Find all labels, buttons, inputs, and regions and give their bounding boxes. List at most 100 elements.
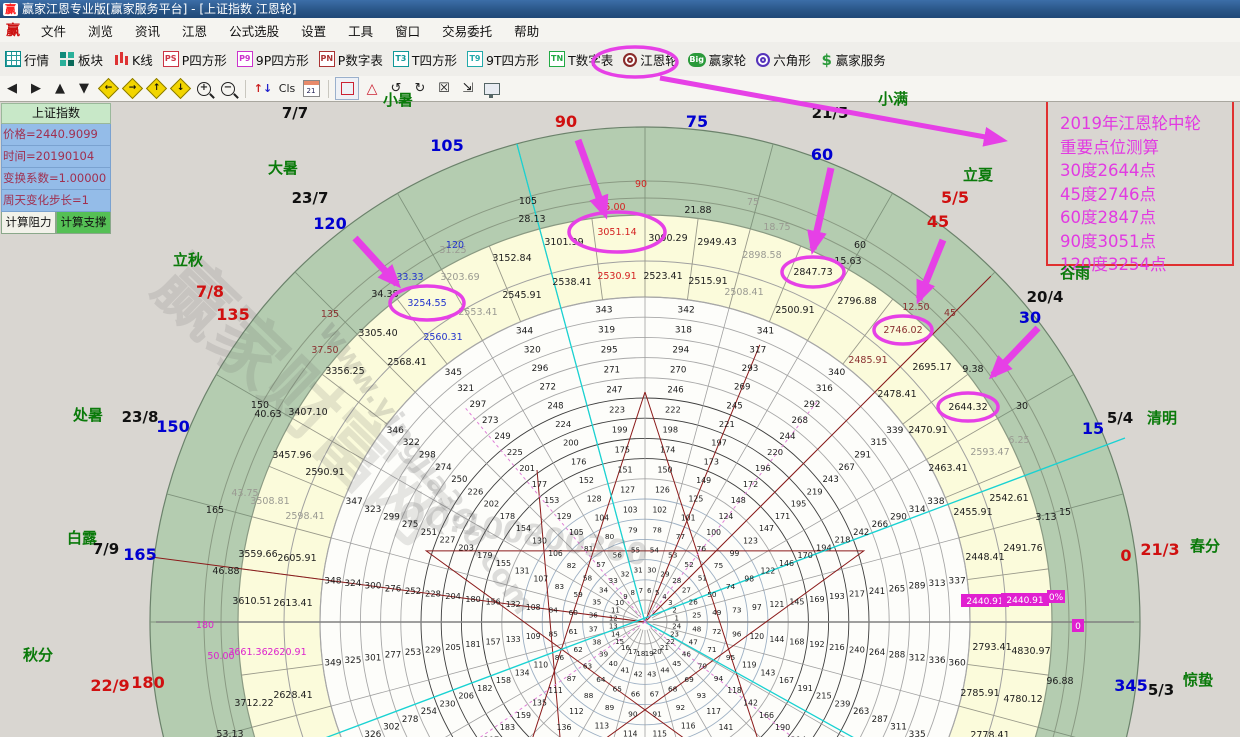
svg-text:241: 241 (869, 587, 885, 597)
svg-text:349: 349 (324, 659, 342, 669)
svg-text:343: 343 (595, 305, 613, 315)
toolbar-button-T四方形[interactable]: T3T四方形 (393, 50, 457, 69)
shift-right-button[interactable]: → (121, 78, 143, 99)
svg-text:10: 10 (615, 599, 624, 607)
svg-text:9.38: 9.38 (962, 364, 983, 375)
svg-text:52: 52 (684, 560, 693, 569)
svg-text:128: 128 (587, 495, 602, 504)
svg-text:117: 117 (706, 707, 721, 716)
svg-text:5/3: 5/3 (1148, 681, 1174, 699)
svg-text:191: 191 (798, 684, 813, 693)
svg-text:3000.29: 3000.29 (648, 233, 687, 244)
svg-text:294: 294 (672, 345, 689, 355)
svg-text:321: 321 (457, 384, 474, 394)
square-tool-button[interactable] (335, 77, 359, 100)
fullscreen-button[interactable] (481, 78, 503, 99)
shift-down-button[interactable]: ↓ (169, 78, 191, 99)
svg-text:3254.55: 3254.55 (407, 298, 446, 309)
svg-text:147: 147 (759, 524, 774, 533)
svg-text:108: 108 (526, 603, 541, 612)
rotate-cw-button[interactable]: ↻ (409, 78, 431, 99)
svg-text:2478.41: 2478.41 (877, 389, 916, 400)
grid-icon (5, 51, 21, 67)
shift-left-button[interactable]: ← (97, 78, 119, 99)
svg-text:205: 205 (445, 642, 461, 652)
step-down-button[interactable]: ▼ (73, 78, 95, 99)
cls-button[interactable]: Cls (276, 78, 298, 99)
toolbar-button-板块[interactable]: 板块 (59, 50, 103, 69)
svg-text:7: 7 (639, 587, 643, 595)
hex-icon (756, 53, 770, 67)
clear-button[interactable]: ☒ (433, 78, 455, 99)
menu-工具[interactable]: 工具 (337, 21, 384, 40)
triangle-tool-button[interactable]: △ (361, 78, 383, 99)
magnifier-icon: + (197, 82, 211, 96)
svg-text:219: 219 (807, 486, 823, 496)
svg-text:QQ:100800360: QQ:100800360 (397, 495, 650, 573)
svg-text:153: 153 (544, 496, 559, 505)
svg-text:83: 83 (555, 582, 565, 591)
svg-text:131: 131 (515, 567, 530, 576)
svg-text:4830.97: 4830.97 (1011, 646, 1050, 657)
svg-text:2847.73: 2847.73 (793, 267, 832, 278)
menu-帮助[interactable]: 帮助 (503, 21, 550, 40)
svg-text:109: 109 (526, 632, 541, 641)
title-bar: 赢 赢家江恩专业版[赢家服务平台] - [上证指数 江恩轮] (0, 0, 1240, 18)
toolbar-button-9T四方形[interactable]: T99T四方形 (467, 50, 539, 69)
svg-text:289: 289 (909, 582, 926, 592)
menu-文件[interactable]: 文件 (30, 21, 77, 40)
toolbar-button-P数字表[interactable]: PNP数字表 (319, 50, 383, 69)
rotate-ccw-button[interactable]: ↺ (385, 78, 407, 99)
svg-text:75: 75 (714, 561, 724, 570)
svg-text:338: 338 (927, 497, 945, 507)
step-up-button[interactable]: ▲ (49, 78, 71, 99)
svg-text:5: 5 (655, 589, 659, 597)
prev-button[interactable]: ◀ (1, 78, 23, 99)
svg-text:27: 27 (682, 586, 691, 595)
svg-text:268: 268 (792, 416, 808, 426)
svg-text:105: 105 (430, 136, 463, 155)
toolbar-button-江恩轮[interactable]: 江恩轮 (623, 50, 678, 69)
svg-text:92: 92 (676, 703, 685, 712)
zoom-in-button[interactable]: + (193, 78, 215, 99)
menu-设置[interactable]: 设置 (290, 21, 337, 40)
toolbar-button-行情[interactable]: 行情 (5, 50, 49, 69)
next-button[interactable]: ▶ (25, 78, 47, 99)
time-scale-button[interactable]: ↑↓ (252, 78, 274, 99)
svg-text:120: 120 (750, 632, 765, 641)
toolbar-label: K线 (132, 50, 153, 69)
menu-交易委托[interactable]: 交易委托 (431, 21, 503, 40)
calc-support-button[interactable]: 计算支撑 (56, 212, 111, 234)
zoom-out-button[interactable]: − (217, 78, 239, 99)
toolbar-button-赢家服务[interactable]: $赢家服务 (821, 50, 886, 69)
toolbar-button-9P四方形[interactable]: P99P四方形 (237, 50, 309, 69)
menu-窗口[interactable]: 窗口 (384, 21, 431, 40)
menu-公式选股[interactable]: 公式选股 (218, 21, 290, 40)
menu-浏览[interactable]: 浏览 (77, 21, 124, 40)
svg-text:0: 0 (1120, 546, 1131, 565)
toolbar-button-赢家轮[interactable]: Big赢家轮 (688, 50, 747, 69)
toolbar-button-六角形[interactable]: 六角形 (756, 50, 811, 69)
svg-text:171: 171 (775, 512, 790, 521)
svg-text:0%: 0% (1049, 593, 1064, 603)
toolbar-button-K线[interactable]: K线 (113, 50, 153, 69)
svg-text:142: 142 (743, 698, 758, 707)
toolbar-button-P四方形[interactable]: PSP四方形 (163, 50, 227, 69)
menu-江恩[interactable]: 江恩 (171, 21, 218, 40)
toolbar-button-T数字表[interactable]: TNT数字表 (549, 50, 613, 69)
svg-text:6: 6 (647, 587, 652, 595)
svg-text:265: 265 (889, 584, 905, 594)
svg-text:341: 341 (757, 327, 774, 337)
t3-badge-icon: T3 (393, 51, 409, 67)
svg-text:243: 243 (823, 475, 839, 485)
svg-text:170: 170 (798, 551, 813, 560)
shift-up-button[interactable]: ↑ (145, 78, 167, 99)
svg-text:42: 42 (634, 669, 643, 678)
calc-resistance-button[interactable]: 计算阻力 (1, 212, 56, 234)
svg-text:惊蛰: 惊蛰 (1183, 671, 1213, 689)
menu-资讯[interactable]: 资讯 (124, 21, 171, 40)
svg-text:7/8: 7/8 (196, 282, 224, 301)
fit-button[interactable]: ⇲ (457, 78, 479, 99)
calendar-button[interactable]: 21 (300, 78, 322, 99)
svg-text:3305.40: 3305.40 (358, 328, 397, 339)
